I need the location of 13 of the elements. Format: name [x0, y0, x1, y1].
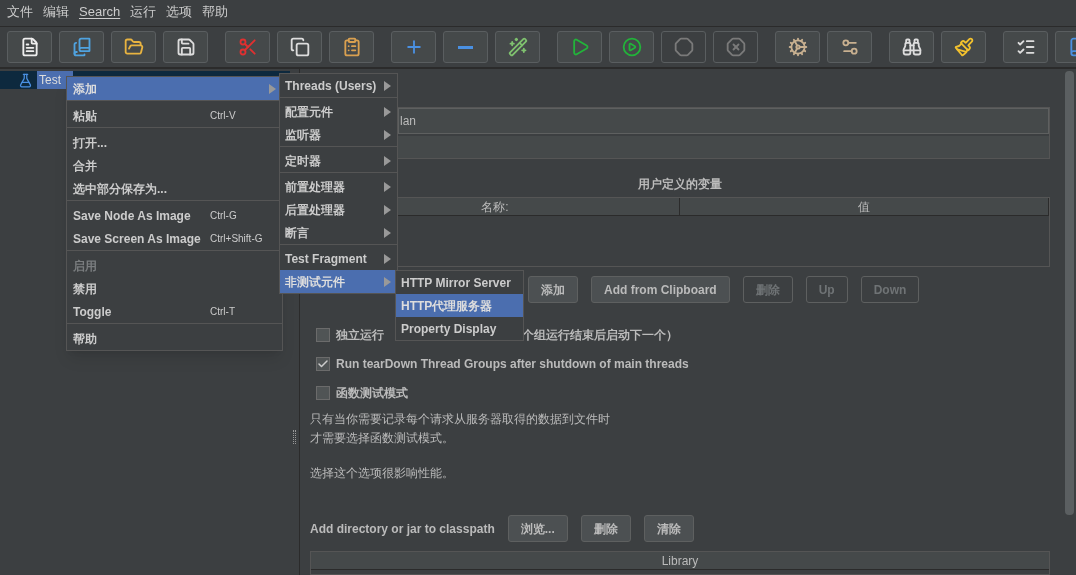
- classpath-label: Add directory or jar to classpath: [310, 520, 495, 538]
- note-text: 只有当你需要记录每个请求从服务器取得的数据到文件时: [310, 411, 611, 428]
- note-text: 选择这个选项很影响性能。: [310, 465, 455, 482]
- checkbox-label: 个组运行结束后启动下一个）: [522, 326, 678, 344]
- checkbox-label: Run tearDown Thread Groups after shutdown of main threads: [336, 355, 689, 373]
- checkbox-label: 独立运行: [336, 326, 384, 344]
- shortcut-text: Ctrl-T: [210, 305, 236, 319]
- shortcut-text: Ctrl+Shift-G: [210, 232, 264, 246]
- note-text: 才需要选择函数测试模式。: [310, 430, 455, 447]
- shortcut-text: Ctrl-G: [210, 209, 238, 223]
- section-title: 用户定义的变量: [638, 176, 722, 193]
- shortcut-text: Ctrl-V: [210, 109, 237, 123]
- checkbox-label: 函数测试模式: [336, 384, 408, 402]
